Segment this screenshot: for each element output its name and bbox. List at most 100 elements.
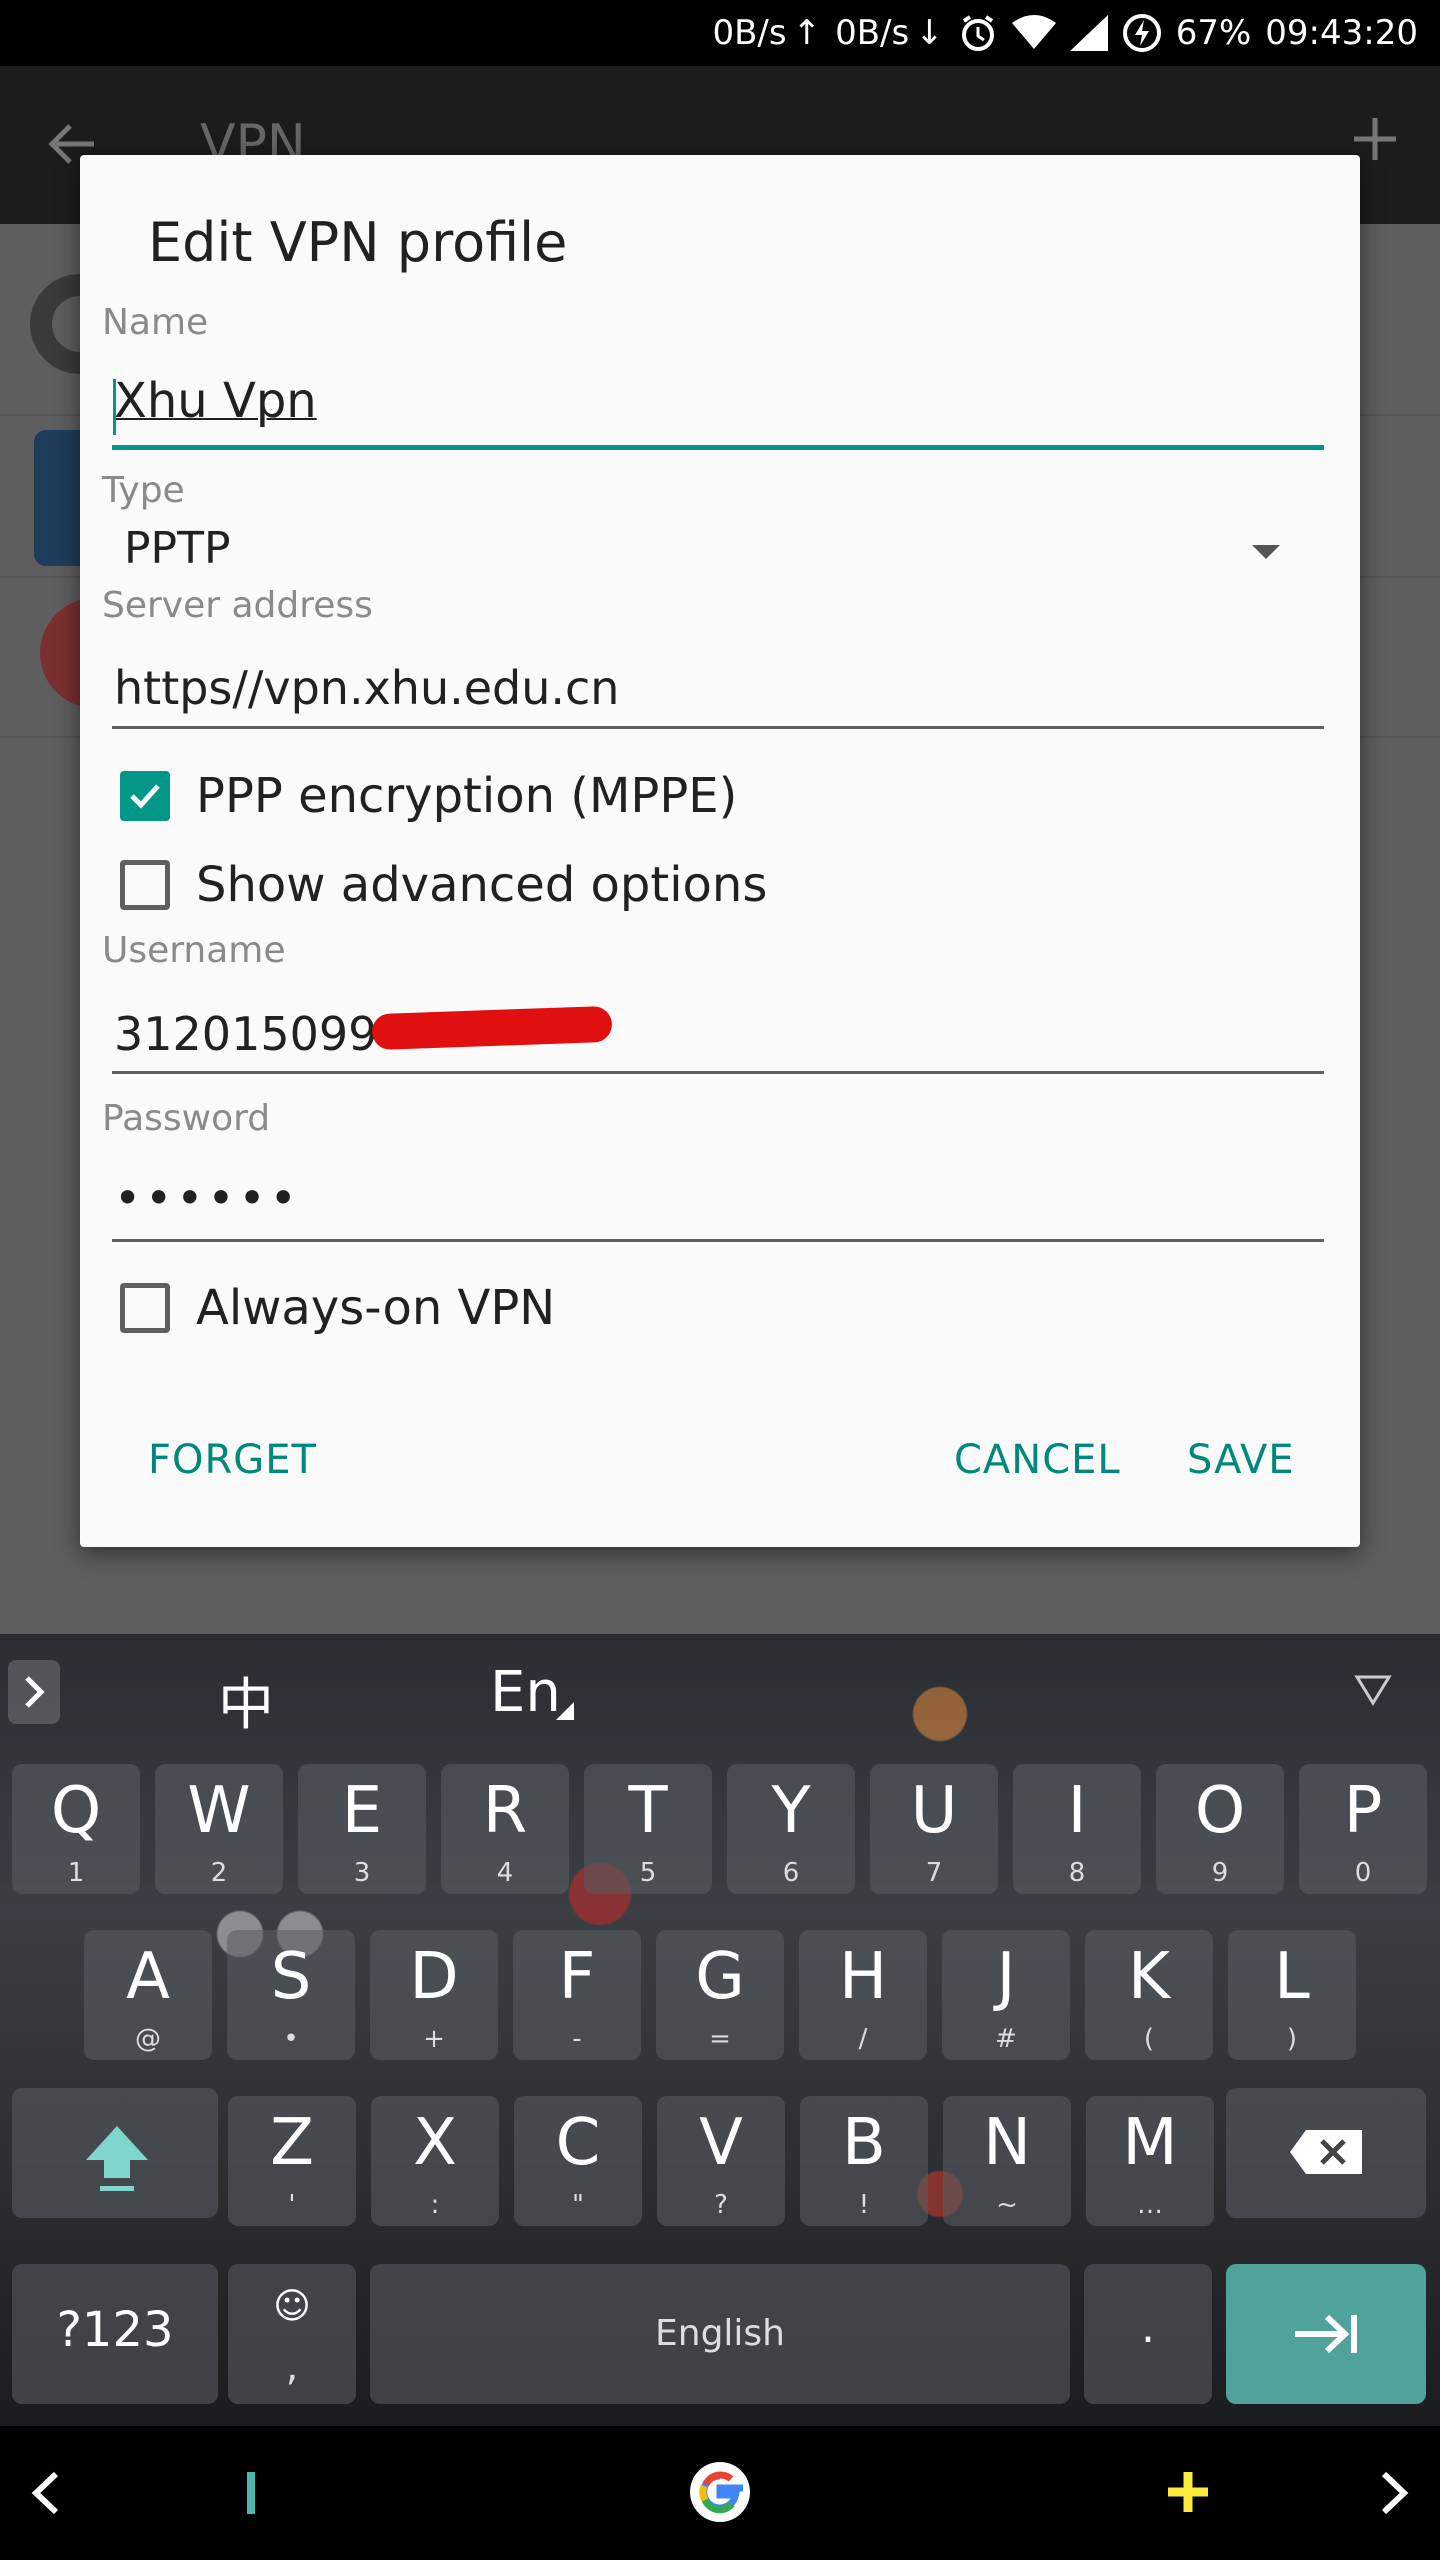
nav-forward-icon[interactable] — [1374, 2468, 1414, 2522]
ppp-encryption-checkbox-row[interactable]: PPP encryption (MPPE) — [120, 768, 737, 824]
key-secondary-label: / — [858, 2024, 868, 2054]
key-u[interactable]: U7 — [870, 1764, 998, 1894]
cursor-icon[interactable] — [244, 2468, 258, 2522]
network-speed-down: 0B/s ↓ — [835, 13, 944, 53]
always-on-checkbox[interactable] — [120, 1283, 170, 1333]
key-secondary-label: # — [995, 2024, 1017, 2054]
key-r[interactable]: R4 — [441, 1764, 569, 1894]
key-label: E — [341, 1774, 383, 1848]
english-input-toggle[interactable]: En — [490, 1660, 561, 1725]
status-bar: 0B/s ↑ 0B/s ↓ 67% 09:43:20 — [0, 0, 1440, 66]
redaction-mark — [371, 1005, 613, 1051]
backspace-key[interactable] — [1226, 2088, 1426, 2218]
nav-back-icon[interactable] — [26, 2468, 66, 2522]
type-label: Type — [102, 470, 185, 511]
key-label: K — [1128, 1940, 1170, 2014]
key-n[interactable]: N ~ — [943, 2096, 1071, 2226]
key-secondary-label: 5 — [639, 1858, 657, 1888]
server-address-input[interactable]: https//vpn.xhu.edu.cn — [114, 661, 619, 715]
hide-keyboard-icon[interactable] — [1354, 1674, 1392, 1710]
key-g[interactable]: G = — [656, 1930, 784, 2060]
wifi-icon — [1011, 15, 1056, 51]
type-select[interactable]: PPTP — [124, 523, 230, 574]
text-cursor — [113, 379, 116, 435]
key-label: T — [628, 1774, 668, 1848]
key-w[interactable]: W2 — [155, 1764, 283, 1894]
key-secondary-label: 1 — [67, 1858, 85, 1888]
keyboard-toolbar: 中 En — [0, 1634, 1440, 1744]
key-p[interactable]: P0 — [1299, 1764, 1427, 1894]
key-d[interactable]: D + — [370, 1930, 498, 2060]
key-secondary-label: : — [430, 2190, 440, 2220]
next-field-key[interactable] — [1226, 2264, 1426, 2404]
key-secondary-label: @ — [135, 2024, 161, 2054]
key-label: H — [838, 1940, 888, 2014]
key-s[interactable]: S • — [227, 1930, 355, 2060]
key-secondary-label: - — [572, 2024, 582, 2054]
key-label: Z — [270, 2106, 314, 2180]
key-l[interactable]: L) — [1228, 1930, 1356, 2060]
navigation-bar — [0, 2426, 1440, 2560]
always-on-checkbox-row[interactable]: Always-on VPN — [120, 1280, 555, 1336]
battery-charging-icon — [1122, 13, 1162, 53]
key-secondary-label: ~ — [996, 2190, 1018, 2220]
key-o[interactable]: O9 — [1156, 1764, 1284, 1894]
space-bar[interactable]: English — [370, 2264, 1070, 2404]
key-label: B — [842, 2106, 886, 2180]
key-k[interactable]: K( — [1085, 1930, 1213, 2060]
key-f[interactable]: F- — [513, 1930, 641, 2060]
key-label: S — [270, 1940, 312, 2014]
key-q[interactable]: Q1 — [12, 1764, 140, 1894]
server-address-label: Server address — [102, 585, 373, 626]
ppp-encryption-label: PPP encryption (MPPE) — [196, 768, 738, 824]
save-button[interactable]: SAVE — [1187, 1437, 1295, 1483]
key-t[interactable]: T5 — [584, 1764, 712, 1894]
key-label: O — [1194, 1774, 1246, 1848]
google-icon[interactable] — [690, 2462, 750, 2526]
key-label: I — [1067, 1774, 1087, 1848]
key-secondary-label: • — [283, 2024, 299, 2054]
cancel-button[interactable]: CANCEL — [954, 1437, 1121, 1483]
add-plus-icon[interactable] — [1164, 2468, 1212, 2520]
key-h[interactable]: H / — [799, 1930, 927, 2060]
key-secondary-label: ) — [1286, 2024, 1298, 2054]
name-input[interactable]: Xhu Vpn — [114, 373, 317, 429]
key-x[interactable]: X: — [371, 2096, 499, 2226]
key-label: Q — [50, 1774, 102, 1848]
alarm-icon — [958, 13, 998, 53]
show-advanced-checkbox[interactable] — [120, 860, 170, 910]
key-m[interactable]: M… — [1086, 2096, 1214, 2226]
key-label: M — [1122, 2106, 1178, 2180]
key-b[interactable]: B! — [800, 2096, 928, 2226]
username-input[interactable]: 312015099 — [114, 1007, 377, 1061]
shift-key[interactable] — [12, 2088, 218, 2218]
show-advanced-checkbox-row[interactable]: Show advanced options — [120, 857, 767, 913]
key-label: N — [983, 2106, 1031, 2180]
name-label: Name — [102, 302, 209, 343]
key-a[interactable]: A @ — [84, 1930, 212, 2060]
key-z[interactable]: Z ' — [228, 2096, 356, 2226]
period-key[interactable]: . — [1084, 2264, 1212, 2404]
key-label: D — [409, 1940, 459, 2014]
key-y[interactable]: Y6 — [727, 1764, 855, 1894]
upload-arrow-icon: ↑ — [792, 13, 822, 53]
symbols-key[interactable]: ?123 — [12, 2264, 218, 2404]
dropdown-arrow-icon[interactable] — [1252, 545, 1280, 559]
expand-toolbar-button[interactable] — [8, 1660, 60, 1724]
password-input[interactable]: •••••• — [114, 1171, 301, 1225]
key-v[interactable]: V? — [657, 2096, 785, 2226]
key-c[interactable]: C " — [514, 2096, 642, 2226]
key-i[interactable]: I8 — [1013, 1764, 1141, 1894]
emoji-comma-key[interactable]: ☺ , — [228, 2264, 356, 2404]
key-label: R — [482, 1774, 528, 1848]
ppp-encryption-checkbox[interactable] — [120, 771, 170, 821]
key-secondary-label: 9 — [1211, 1858, 1229, 1888]
forget-button[interactable]: FORGET — [148, 1437, 317, 1483]
key-e[interactable]: E3 — [298, 1764, 426, 1894]
signal-icon — [1069, 15, 1108, 51]
key-secondary-label: … — [1137, 2190, 1163, 2220]
key-label: W — [187, 1774, 251, 1848]
always-on-label: Always-on VPN — [196, 1280, 556, 1336]
key-j[interactable]: J # — [942, 1930, 1070, 2060]
chinese-input-toggle[interactable]: 中 — [218, 1660, 274, 1741]
